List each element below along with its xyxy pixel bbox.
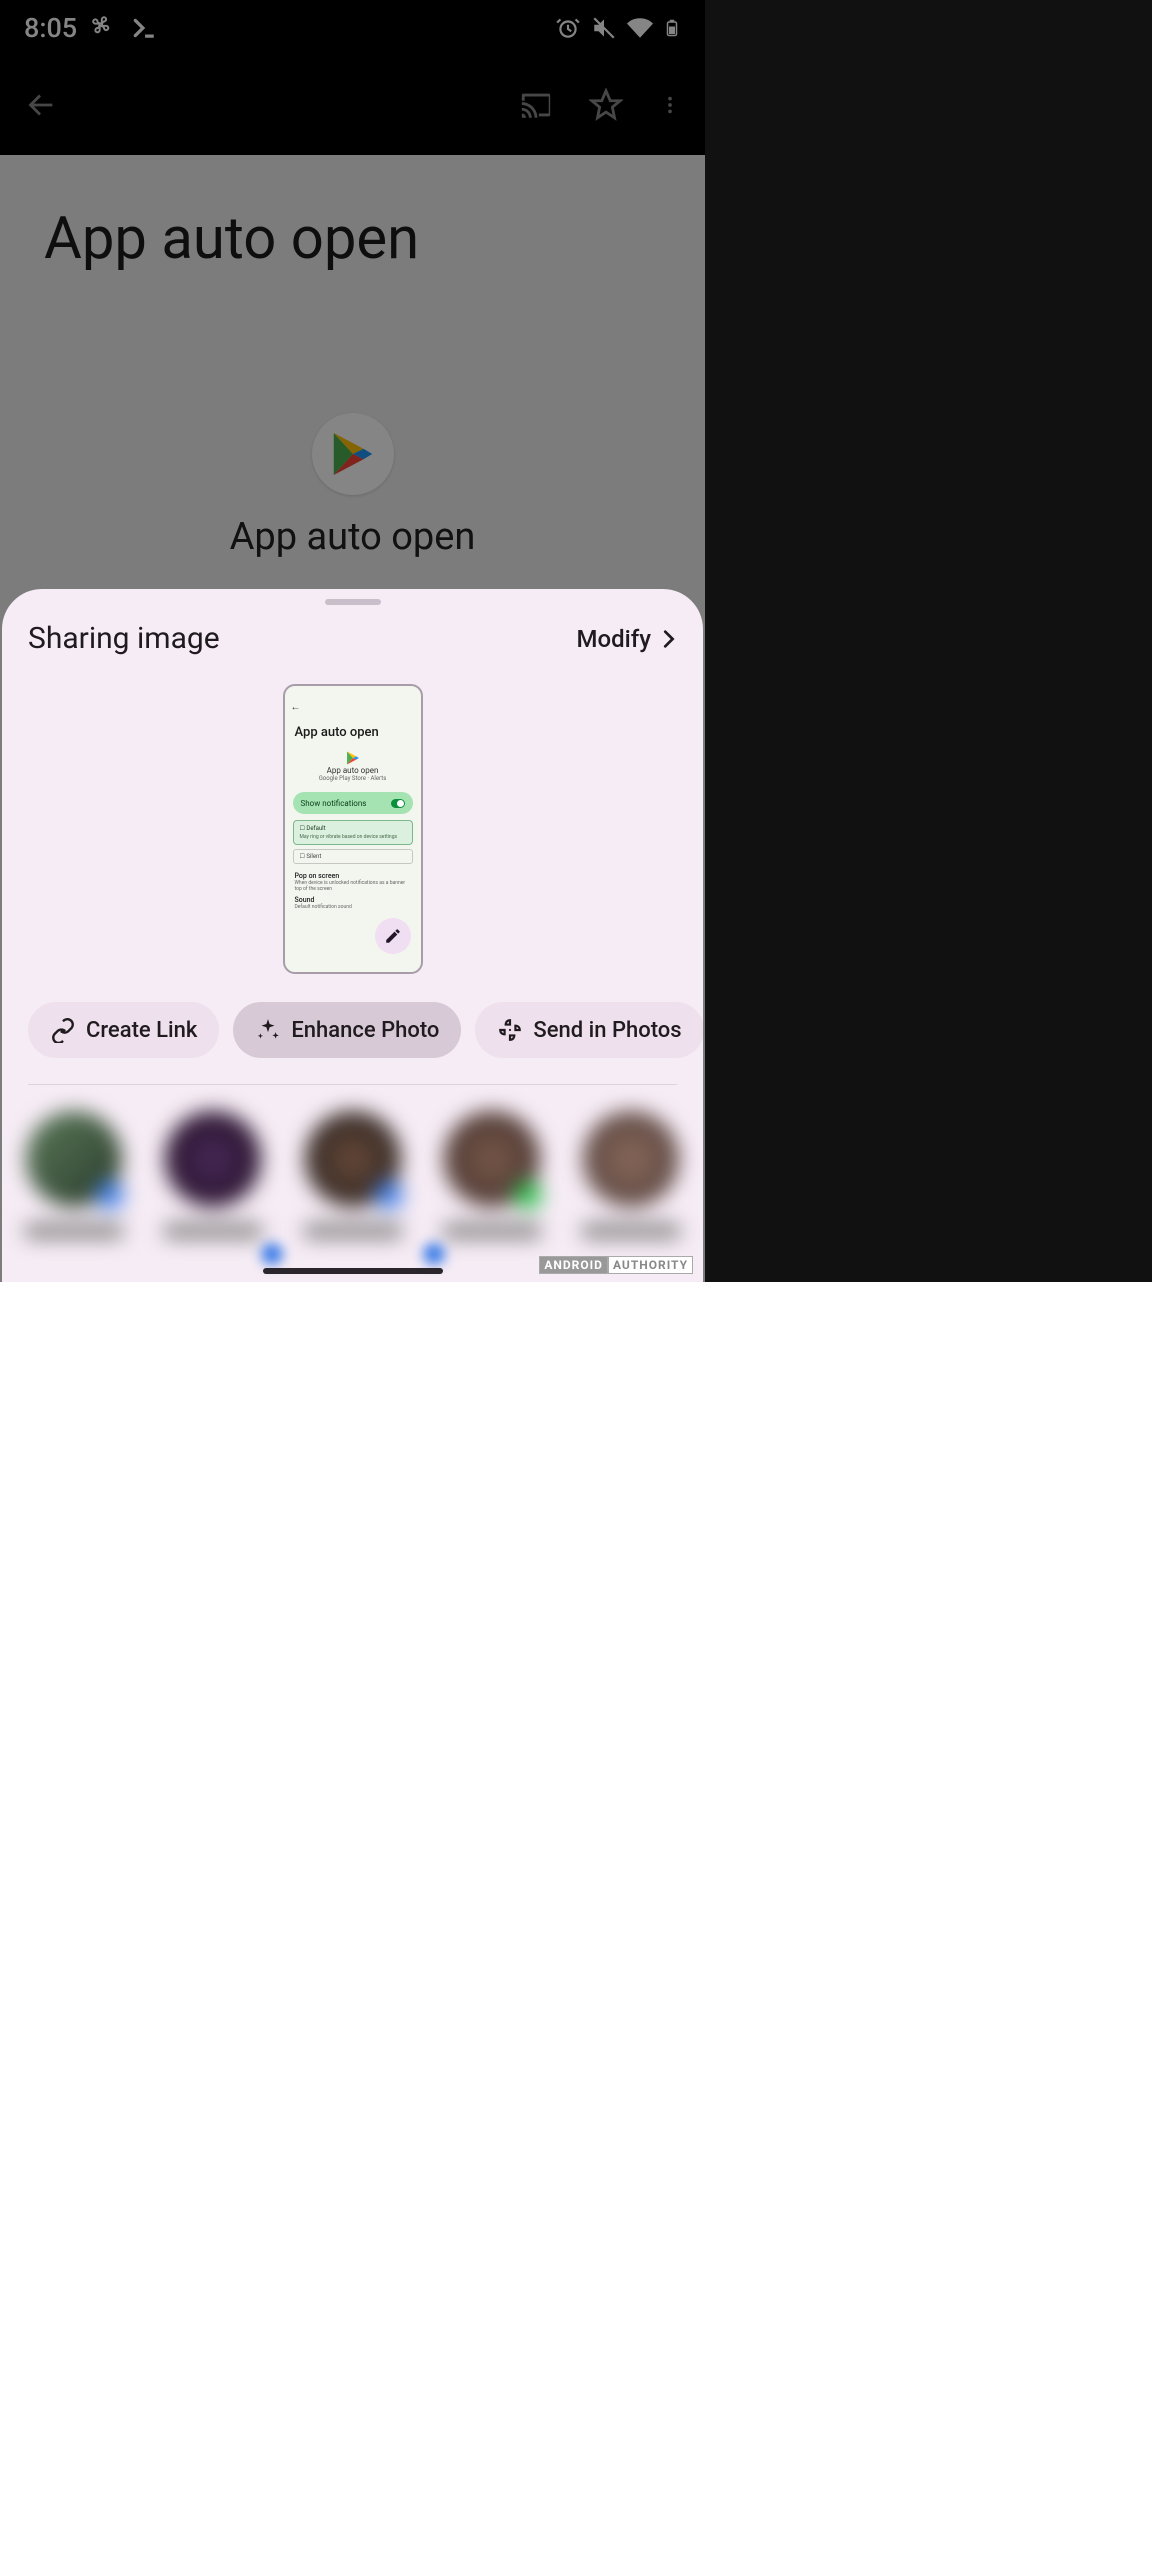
chevron-right-icon [657,628,679,650]
share-preview-thumbnail[interactable]: ← App auto open App auto open Google Pla… [283,684,423,974]
contact-item[interactable] [159,1111,266,1239]
link-icon [50,1017,76,1043]
chip-label: Send in Photos [533,1018,681,1043]
enhance-photo-chip[interactable]: Enhance Photo [233,1002,461,1058]
create-link-chip[interactable]: Create Link [28,1002,219,1058]
modify-label: Modify [577,625,651,653]
contact-item[interactable] [299,1111,406,1239]
navigation-bar[interactable] [263,1268,443,1274]
chip-label: Create Link [86,1018,197,1043]
action-chips-row: Create Link Enhance Photo Send in Photos… [2,974,703,1058]
sheet-title: Sharing image [28,621,220,656]
modify-button[interactable]: Modify [577,625,679,653]
phone-frame: 8:05 App auto open App auto open [0,0,705,1282]
contact-item[interactable] [438,1111,545,1239]
divider [28,1084,677,1085]
send-in-photos-chip[interactable]: Send in Photos [475,1002,703,1058]
chip-label: Enhance Photo [291,1018,439,1043]
contacts-row [2,1111,703,1239]
edit-fab[interactable] [375,918,411,954]
share-sheet: Sharing image Modify ← App auto open App… [2,589,703,1282]
contact-item[interactable] [578,1111,685,1239]
photos-pinwheel-icon [497,1017,523,1043]
watermark: ANDROIDAUTHORITY [539,1258,693,1272]
sparkle-icon [255,1017,281,1043]
contact-item[interactable] [20,1111,127,1239]
